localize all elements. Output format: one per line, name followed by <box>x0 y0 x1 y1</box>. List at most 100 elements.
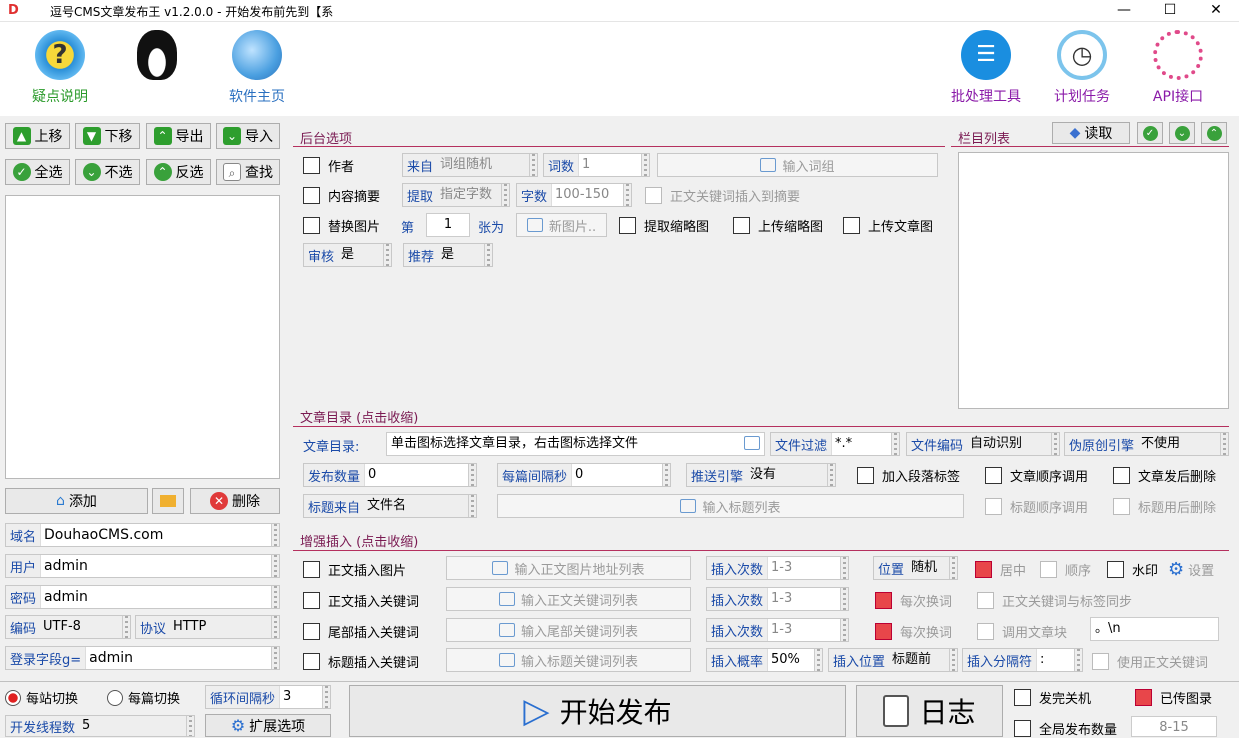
loop-interval-value[interactable]: 3 <box>279 686 322 708</box>
file-filter-value[interactable]: *.* <box>831 433 891 455</box>
site-list[interactable] <box>5 195 280 479</box>
center-checkbox[interactable]: 居中 <box>975 560 1026 579</box>
insert-count-value-3[interactable]: 1-3 <box>767 619 840 641</box>
sequential-checkbox[interactable]: 文章顺序调用 <box>985 466 1088 485</box>
input-titles-button[interactable]: 输入标题列表 <box>497 494 964 518</box>
input-words-button[interactable]: 输入词组 <box>657 153 938 177</box>
help-button[interactable]: ? 疑点说明 <box>20 30 100 106</box>
check-all-columns-button[interactable]: ✓ <box>1137 122 1163 144</box>
folder-button[interactable] <box>152 488 184 514</box>
qq-button[interactable] <box>117 30 197 80</box>
title-source-select[interactable]: 标题来自 文件名 <box>303 494 477 518</box>
block-separator-input[interactable]: 。\n <box>1090 617 1219 641</box>
new-image-button[interactable]: 新图片.. <box>516 213 607 237</box>
audit-select[interactable]: 审核是 <box>303 243 392 267</box>
close-button[interactable]: ✕ <box>1193 0 1239 22</box>
protocol-select[interactable]: 协议 HTTP <box>135 615 280 639</box>
homepage-button[interactable]: 软件主页 <box>217 30 297 106</box>
publish-count-value[interactable]: 0 <box>364 464 468 486</box>
move-down-button[interactable]: ▼ 下移 <box>75 123 140 149</box>
find-button[interactable]: ⌕ 查找 <box>216 159 280 185</box>
dir-input[interactable]: 单击图标选择文章目录，右击图标选择文件 <box>386 432 765 456</box>
use-body-keyword-checkbox[interactable]: 使用正文关键词 <box>1092 652 1208 671</box>
position-select[interactable]: 位置 随机 <box>873 556 958 580</box>
import-button[interactable]: ⌄ 导入 <box>216 123 280 149</box>
user-field[interactable]: 用户 admin <box>5 554 280 578</box>
collapse-columns-button[interactable]: ⌃ <box>1201 122 1227 144</box>
add-paragraph-tag-checkbox[interactable]: 加入段落标签 <box>857 466 960 485</box>
delete-after-checkbox[interactable]: 文章发后删除 <box>1113 466 1216 485</box>
each-change-checkbox[interactable]: 每次换词 <box>875 591 952 610</box>
select-all-button[interactable]: ✓ 全选 <box>5 159 70 185</box>
insert-count-value-2[interactable]: 1-3 <box>767 588 840 610</box>
enhance-title[interactable]: 增强插入 (点击收缩) <box>300 531 418 550</box>
sync-keywords-checkbox[interactable]: 正文关键词与标签同步 <box>977 591 1132 610</box>
keyword-summary-checkbox[interactable]: 正文关键词插入到摘要 <box>645 186 800 205</box>
domain-value[interactable]: DouhaoCMS.com <box>40 524 271 546</box>
author-checkbox[interactable]: 作者 <box>303 156 354 175</box>
tail-keyword-list-button[interactable]: 输入尾部关键词列表 <box>446 618 691 642</box>
insert-count-field-2[interactable]: 插入次数 1-3 <box>706 587 849 611</box>
tail-insert-keyword-checkbox[interactable]: 尾部插入关键词 <box>303 622 419 641</box>
threads-select[interactable]: 开发线程数 5 <box>5 715 195 737</box>
invert-button[interactable]: ⌃ 反选 <box>146 159 211 185</box>
insert-separator-value[interactable]: : <box>1036 649 1074 671</box>
title-delete-after-checkbox[interactable]: 标题用后删除 <box>1113 497 1216 516</box>
loop-interval-field[interactable]: 循环间隔秒 3 <box>205 685 331 709</box>
file-filter-field[interactable]: 文件过滤 *.* <box>770 432 900 456</box>
title-sequential-checkbox[interactable]: 标题顺序调用 <box>985 497 1088 516</box>
api-button[interactable]: API接口 <box>1133 30 1223 106</box>
source-select[interactable]: 来自 词组随机 <box>402 153 538 177</box>
summary-checkbox[interactable]: 内容摘要 <box>303 186 380 205</box>
global-count-input[interactable]: 8-15 <box>1131 716 1217 737</box>
insert-probability-value[interactable]: 50% <box>767 649 814 671</box>
recommend-select[interactable]: 推荐是 <box>403 243 493 267</box>
chars-value[interactable]: 100-150 <box>551 184 623 206</box>
read-button[interactable]: ◆ 读取 <box>1052 122 1130 144</box>
expand-options-button[interactable]: ⚙ 扩展选项 <box>205 714 331 737</box>
login-value[interactable]: admin <box>85 647 271 669</box>
body-keyword-list-button[interactable]: 输入正文关键词列表 <box>446 587 691 611</box>
select-none-button[interactable]: ⌄ 不选 <box>75 159 140 185</box>
publish-count-field[interactable]: 发布数量 0 <box>303 463 477 487</box>
insert-position-select[interactable]: 插入位置 标题前 <box>828 648 958 672</box>
each-change-checkbox-2[interactable]: 每次换词 <box>875 622 952 641</box>
body-insert-image-checkbox[interactable]: 正文插入图片 <box>303 560 406 579</box>
body-image-list-button[interactable]: 输入正文图片地址列表 <box>446 556 691 580</box>
per-article-radio[interactable]: 每篇切换 <box>107 688 180 707</box>
expand-columns-button[interactable]: ⌄ <box>1169 122 1195 144</box>
body-insert-keyword-checkbox[interactable]: 正文插入关键词 <box>303 591 419 610</box>
per-site-radio[interactable]: 每站切换 <box>5 688 78 707</box>
settings-button[interactable]: ⚙ 设置 <box>1168 559 1214 580</box>
domain-field[interactable]: 域名 DouhaoCMS.com <box>5 523 280 547</box>
upload-thumb-checkbox[interactable]: 上传缩略图 <box>733 216 823 235</box>
title-insert-keyword-checkbox[interactable]: 标题插入关键词 <box>303 652 419 671</box>
maximize-button[interactable]: ☐ <box>1147 0 1193 22</box>
extract-select[interactable]: 提取 指定字数 <box>402 183 510 207</box>
chars-field[interactable]: 字数 100-150 <box>516 183 632 207</box>
insert-separator-field[interactable]: 插入分隔符: <box>962 648 1083 672</box>
pseudo-engine-select[interactable]: 伪原创引擎 不使用 <box>1064 432 1229 456</box>
push-engine-select[interactable]: 推送引擎 没有 <box>686 463 836 487</box>
login-field[interactable]: 登录字段g= admin <box>5 646 280 670</box>
file-encoding-select[interactable]: 文件编码 自动识别 <box>906 432 1060 456</box>
global-count-checkbox[interactable]: 全局发布数量 <box>1014 719 1117 738</box>
delete-button[interactable]: ✕ 删除 <box>190 488 280 514</box>
wordcount-field[interactable]: 词数 1 <box>543 153 650 177</box>
minimize-button[interactable]: — <box>1101 0 1147 22</box>
log-button[interactable]: 日志 <box>856 685 1003 737</box>
wordcount-value[interactable]: 1 <box>578 154 641 176</box>
password-field[interactable]: 密码 admin <box>5 585 280 609</box>
interval-value[interactable]: 0 <box>571 464 662 486</box>
article-dir-title[interactable]: 文章目录 (点击收缩) <box>300 407 418 426</box>
start-publish-button[interactable]: ▷ 开始发布 <box>349 685 846 737</box>
move-up-button[interactable]: ▲ 上移 <box>5 123 70 149</box>
title-keyword-list-button[interactable]: 输入标题关键词列表 <box>446 648 691 672</box>
add-button[interactable]: ⌂ 添加 <box>5 488 148 514</box>
watermark-checkbox[interactable]: 水印 <box>1107 560 1158 579</box>
nth-input[interactable]: 1 <box>426 213 470 237</box>
extract-thumb-checkbox[interactable]: 提取缩略图 <box>619 216 709 235</box>
order-checkbox[interactable]: 顺序 <box>1040 560 1091 579</box>
insert-count-field-1[interactable]: 插入次数 1-3 <box>706 556 849 580</box>
user-value[interactable]: admin <box>40 555 271 577</box>
